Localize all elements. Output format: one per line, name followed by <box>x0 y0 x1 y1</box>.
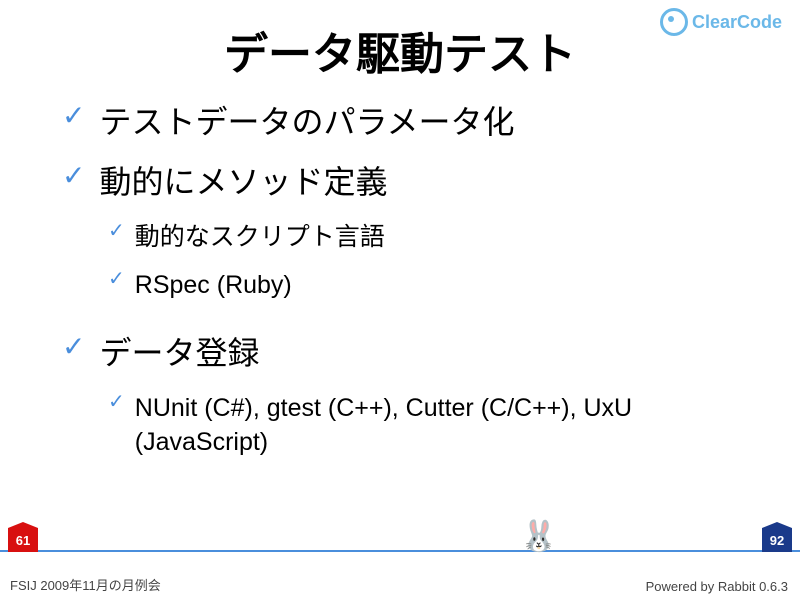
bullet-item: ✓ テストデータのパラメータ化 <box>62 102 750 144</box>
bullet-subitem: ✓ NUnit (C#), gtest (C++), Cutter (C/C++… <box>108 392 750 460</box>
rabbit-icon: 🐰 <box>520 522 557 552</box>
footer-powered-by: Powered by Rabbit 0.6.3 <box>646 579 788 594</box>
total-slides-flag: 92 <box>762 528 792 552</box>
bullet-item: ✓ データ登録 <box>62 333 750 375</box>
checkmark-icon: ✓ <box>108 221 125 241</box>
total-slides-number: 92 <box>770 533 784 548</box>
bullet-subitem: ✓ 動的なスクリプト言語 <box>108 221 750 255</box>
checkmark-icon: ✓ <box>108 269 125 289</box>
slide-content: ✓ テストデータのパラメータ化 ✓ 動的にメソッド定義 ✓ 動的なスクリプト言語… <box>0 82 800 460</box>
bullet-text: データ登録 <box>99 333 259 375</box>
bullet-text: NUnit (C#), gtest (C++), Cutter (C/C++),… <box>135 392 750 460</box>
current-slide-flag: 61 <box>8 528 38 552</box>
footer-event-name: FSIJ 2009年11月の月例会 <box>10 575 161 594</box>
checkmark-icon: ✓ <box>62 162 85 190</box>
checkmark-icon: ✓ <box>62 333 85 361</box>
checkmark-icon: ✓ <box>108 392 125 412</box>
checkmark-icon: ✓ <box>62 102 85 130</box>
bullet-subitem: ✓ RSpec (Ruby) <box>108 269 750 303</box>
logo-mark-icon <box>660 8 688 36</box>
bullet-text: テストデータのパラメータ化 <box>99 102 514 144</box>
bullet-text: RSpec (Ruby) <box>135 269 292 303</box>
bullet-item: ✓ 動的にメソッド定義 <box>62 162 750 204</box>
logo-text: ClearCode <box>692 12 782 33</box>
current-slide-number: 61 <box>16 533 30 548</box>
bullet-text: 動的なスクリプト言語 <box>135 221 385 255</box>
bullet-text: 動的にメソッド定義 <box>99 162 387 204</box>
brand-logo: ClearCode <box>660 8 782 36</box>
progress-bar <box>0 550 800 552</box>
